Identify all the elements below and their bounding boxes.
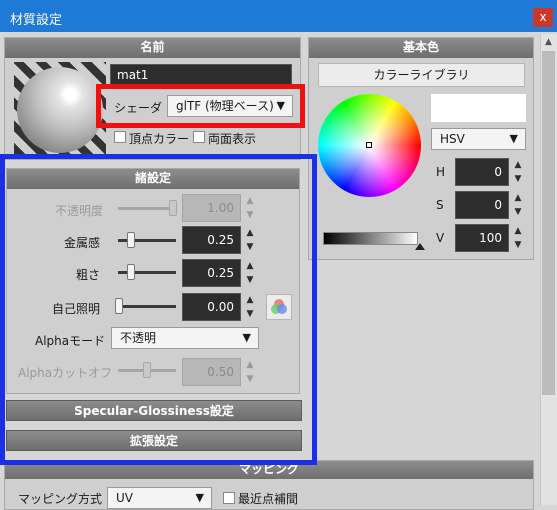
value-gradient-marker[interactable]: [415, 243, 425, 250]
mapping-method-select[interactable]: UV ▼: [107, 487, 212, 509]
step-down-icon[interactable]: ▼: [511, 172, 525, 186]
color-library-button[interactable]: カラーライブラリ: [318, 63, 525, 87]
color-mode-value: HSV: [440, 132, 465, 146]
color-wheel-marker[interactable]: [366, 142, 372, 148]
v-stepper[interactable]: ▲ ▼: [511, 224, 525, 252]
v-field[interactable]: 100: [455, 224, 509, 252]
value-gradient-bar[interactable]: [323, 232, 418, 245]
chevron-down-icon: ▼: [509, 132, 518, 145]
step-up-icon[interactable]: ▲: [511, 158, 525, 172]
step-up-icon[interactable]: ▲: [511, 224, 525, 238]
shader-highlight-box: [96, 84, 305, 128]
base-color-header: 基本色: [309, 38, 533, 58]
h-stepper[interactable]: ▲ ▼: [511, 158, 525, 186]
mapping-method-label: マッピング方式: [18, 492, 103, 506]
window-title: 材質設定: [10, 13, 63, 28]
v-label: V: [436, 231, 445, 245]
double-sided-label: 両面表示: [208, 132, 257, 146]
s-label: S: [436, 198, 444, 212]
scrollbar-thumb[interactable]: [542, 51, 555, 395]
s-field[interactable]: 0: [455, 191, 509, 219]
color-mode-select[interactable]: HSV ▼: [431, 128, 526, 150]
h-field[interactable]: 0: [455, 158, 509, 186]
nearest-interp-checkbox[interactable]: [223, 492, 235, 504]
settings-highlight-box: [0, 154, 317, 465]
nearest-interp-label: 最近点補間: [238, 492, 299, 506]
vertex-color-checkbox[interactable]: [114, 131, 126, 143]
mapping-method-value: UV: [116, 491, 133, 505]
chevron-down-icon: ▼: [195, 491, 204, 504]
material-name-field[interactable]: mat1: [110, 64, 292, 86]
color-swatch: [431, 94, 526, 122]
step-up-icon[interactable]: ▲: [511, 191, 525, 205]
close-button[interactable]: x: [533, 8, 553, 27]
name-panel-header: 名前: [5, 38, 300, 58]
material-preview: [14, 62, 106, 154]
title-bar: 材質設定 x: [0, 0, 557, 32]
vertex-color-label: 頂点カラー: [129, 132, 190, 146]
sphere-preview: [17, 67, 103, 153]
s-stepper[interactable]: ▲ ▼: [511, 191, 525, 219]
scroll-up-icon[interactable]: ▲: [542, 36, 555, 49]
double-sided-checkbox[interactable]: [193, 131, 205, 143]
step-down-icon[interactable]: ▼: [511, 238, 525, 252]
h-label: H: [436, 165, 446, 179]
step-down-icon[interactable]: ▼: [511, 205, 525, 219]
